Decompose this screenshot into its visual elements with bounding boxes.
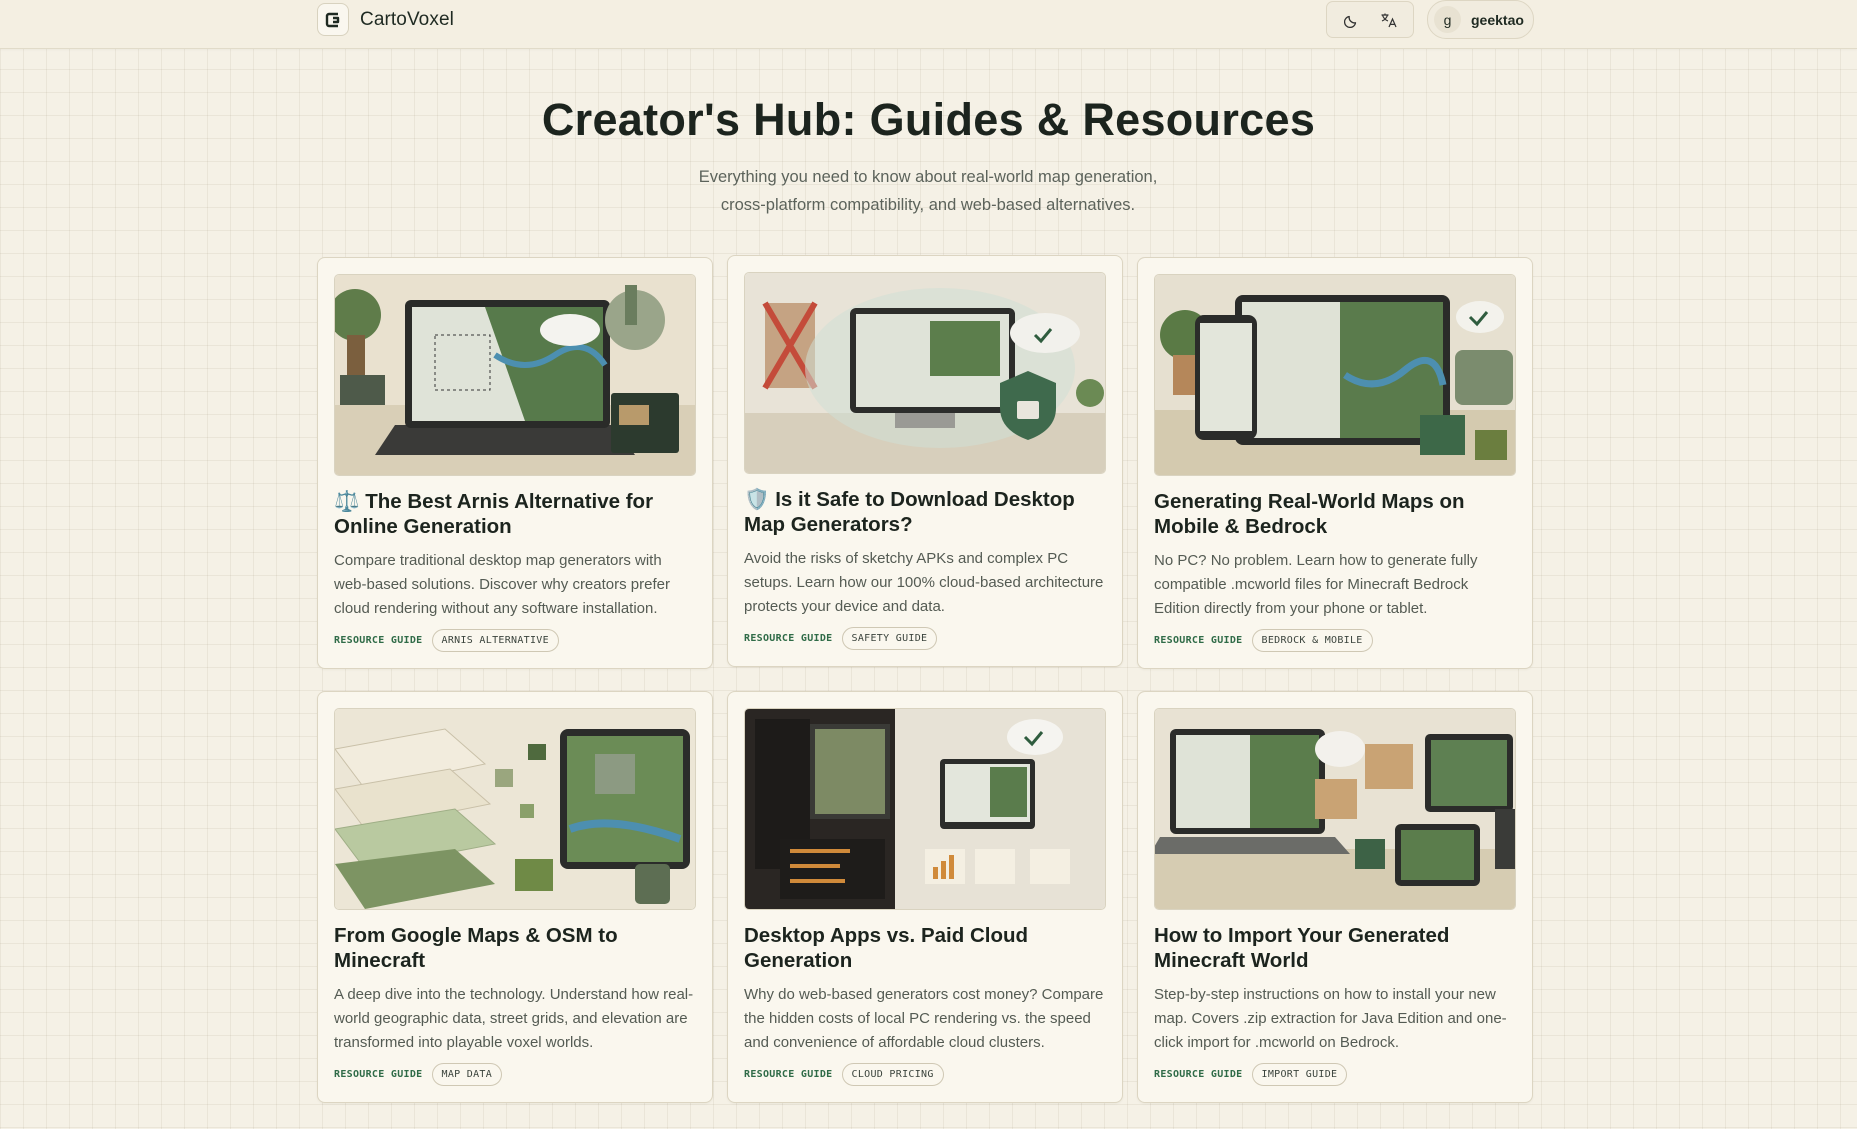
card-tag-badge: CLOUD PRICING: [841, 1063, 944, 1086]
card-tag-badge: BEDROCK & MOBILE: [1251, 629, 1373, 652]
card-category-label: RESOURCE GUIDE: [744, 1069, 833, 1080]
card-title[interactable]: From Google Maps & OSM to Minecraft: [334, 923, 696, 973]
guide-card-safety[interactable]: 🛡️ Is it Safe to Download Desktop Map Ge…: [727, 255, 1123, 667]
card-title[interactable]: Generating Real-World Maps on Mobile & B…: [1154, 489, 1516, 539]
card-tags: RESOURCE GUIDE SAFETY GUIDE: [744, 627, 1106, 650]
language-button[interactable]: [1374, 5, 1404, 35]
card-title[interactable]: How to Import Your Generated Minecraft W…: [1154, 923, 1516, 973]
shield-icon: 🛡️: [744, 488, 770, 511]
card-tags: RESOURCE GUIDE ARNIS ALTERNATIVE: [334, 629, 696, 652]
card-title[interactable]: ⚖️ The Best Arnis Alternative for Online…: [334, 489, 696, 539]
card-thumbnail-image: [1154, 708, 1516, 910]
card-description: Step-by-step instructions on how to inst…: [1154, 986, 1507, 1051]
avatar: g: [1434, 6, 1461, 33]
card-title[interactable]: 🛡️ Is it Safe to Download Desktop Map Ge…: [744, 487, 1106, 537]
card-tag-badge: ARNIS ALTERNATIVE: [431, 629, 559, 652]
card-tag-badge: MAP DATA: [431, 1063, 503, 1086]
guide-card-cloud-pricing[interactable]: Desktop Apps vs. Paid Cloud Generation W…: [727, 691, 1123, 1103]
card-tag-badge: SAFETY GUIDE: [841, 627, 938, 650]
card-category-label: RESOURCE GUIDE: [1154, 1069, 1243, 1080]
card-category-label: RESOURCE GUIDE: [334, 1069, 423, 1080]
translate-icon: [1381, 13, 1397, 27]
subtitle-line-1: Everything you need to know about real-w…: [698, 168, 1158, 186]
card-thumbnail-image: [744, 272, 1106, 474]
card-category-label: RESOURCE GUIDE: [334, 635, 423, 646]
scales-icon: ⚖️: [334, 490, 360, 513]
card-tags: RESOURCE GUIDE BEDROCK & MOBILE: [1154, 629, 1516, 652]
guide-card-mobile-bedrock[interactable]: Generating Real-World Maps on Mobile & B…: [1137, 257, 1533, 669]
card-description: Why do web-based generators cost money? …: [744, 986, 1104, 1051]
card-thumbnail-image: [334, 708, 696, 910]
card-tags: RESOURCE GUIDE CLOUD PRICING: [744, 1063, 1106, 1086]
top-navigation-bar: CartoVoxel g geektao: [0, 0, 1857, 49]
page-title: Creator's Hub: Guides & Resources: [541, 94, 1316, 145]
card-description: A deep dive into the technology. Underst…: [334, 986, 694, 1051]
card-tags: RESOURCE GUIDE MAP DATA: [334, 1063, 696, 1086]
card-description: Compare traditional desktop map generato…: [334, 552, 670, 617]
subtitle-line-2: cross-platform compatibility, and web-ba…: [720, 196, 1136, 214]
card-category-label: RESOURCE GUIDE: [1154, 635, 1243, 646]
card-description: Avoid the risks of sketchy APKs and comp…: [744, 550, 1104, 615]
user-menu-button[interactable]: g geektao: [1427, 0, 1534, 39]
header-tools: [1326, 1, 1414, 38]
card-title[interactable]: Desktop Apps vs. Paid Cloud Generation: [744, 923, 1106, 973]
card-thumbnail-image: [1154, 274, 1516, 476]
guide-card-arnis-alternative[interactable]: ⚖️ The Best Arnis Alternative for Online…: [317, 257, 713, 669]
card-tags: RESOURCE GUIDE IMPORT GUIDE: [1154, 1063, 1516, 1086]
page-subtitle: Everything you need to know about real-w…: [628, 163, 1228, 219]
card-thumbnail-image: [334, 274, 696, 476]
moon-icon: [1343, 15, 1356, 28]
brand-name: CartoVoxel: [360, 8, 454, 30]
brand-link[interactable]: CartoVoxel: [317, 3, 454, 36]
theme-toggle-button[interactable]: [1337, 5, 1367, 35]
guide-card-import[interactable]: How to Import Your Generated Minecraft W…: [1137, 691, 1533, 1103]
card-thumbnail-image: [744, 708, 1106, 910]
guide-card-map-data[interactable]: From Google Maps & OSM to Minecraft A de…: [317, 691, 713, 1103]
username-label: geektao: [1471, 11, 1524, 28]
card-description: No PC? No problem. Learn how to generate…: [1154, 552, 1478, 617]
card-tag-badge: IMPORT GUIDE: [1251, 1063, 1348, 1086]
logo-icon: [317, 3, 349, 36]
card-category-label: RESOURCE GUIDE: [744, 633, 833, 644]
